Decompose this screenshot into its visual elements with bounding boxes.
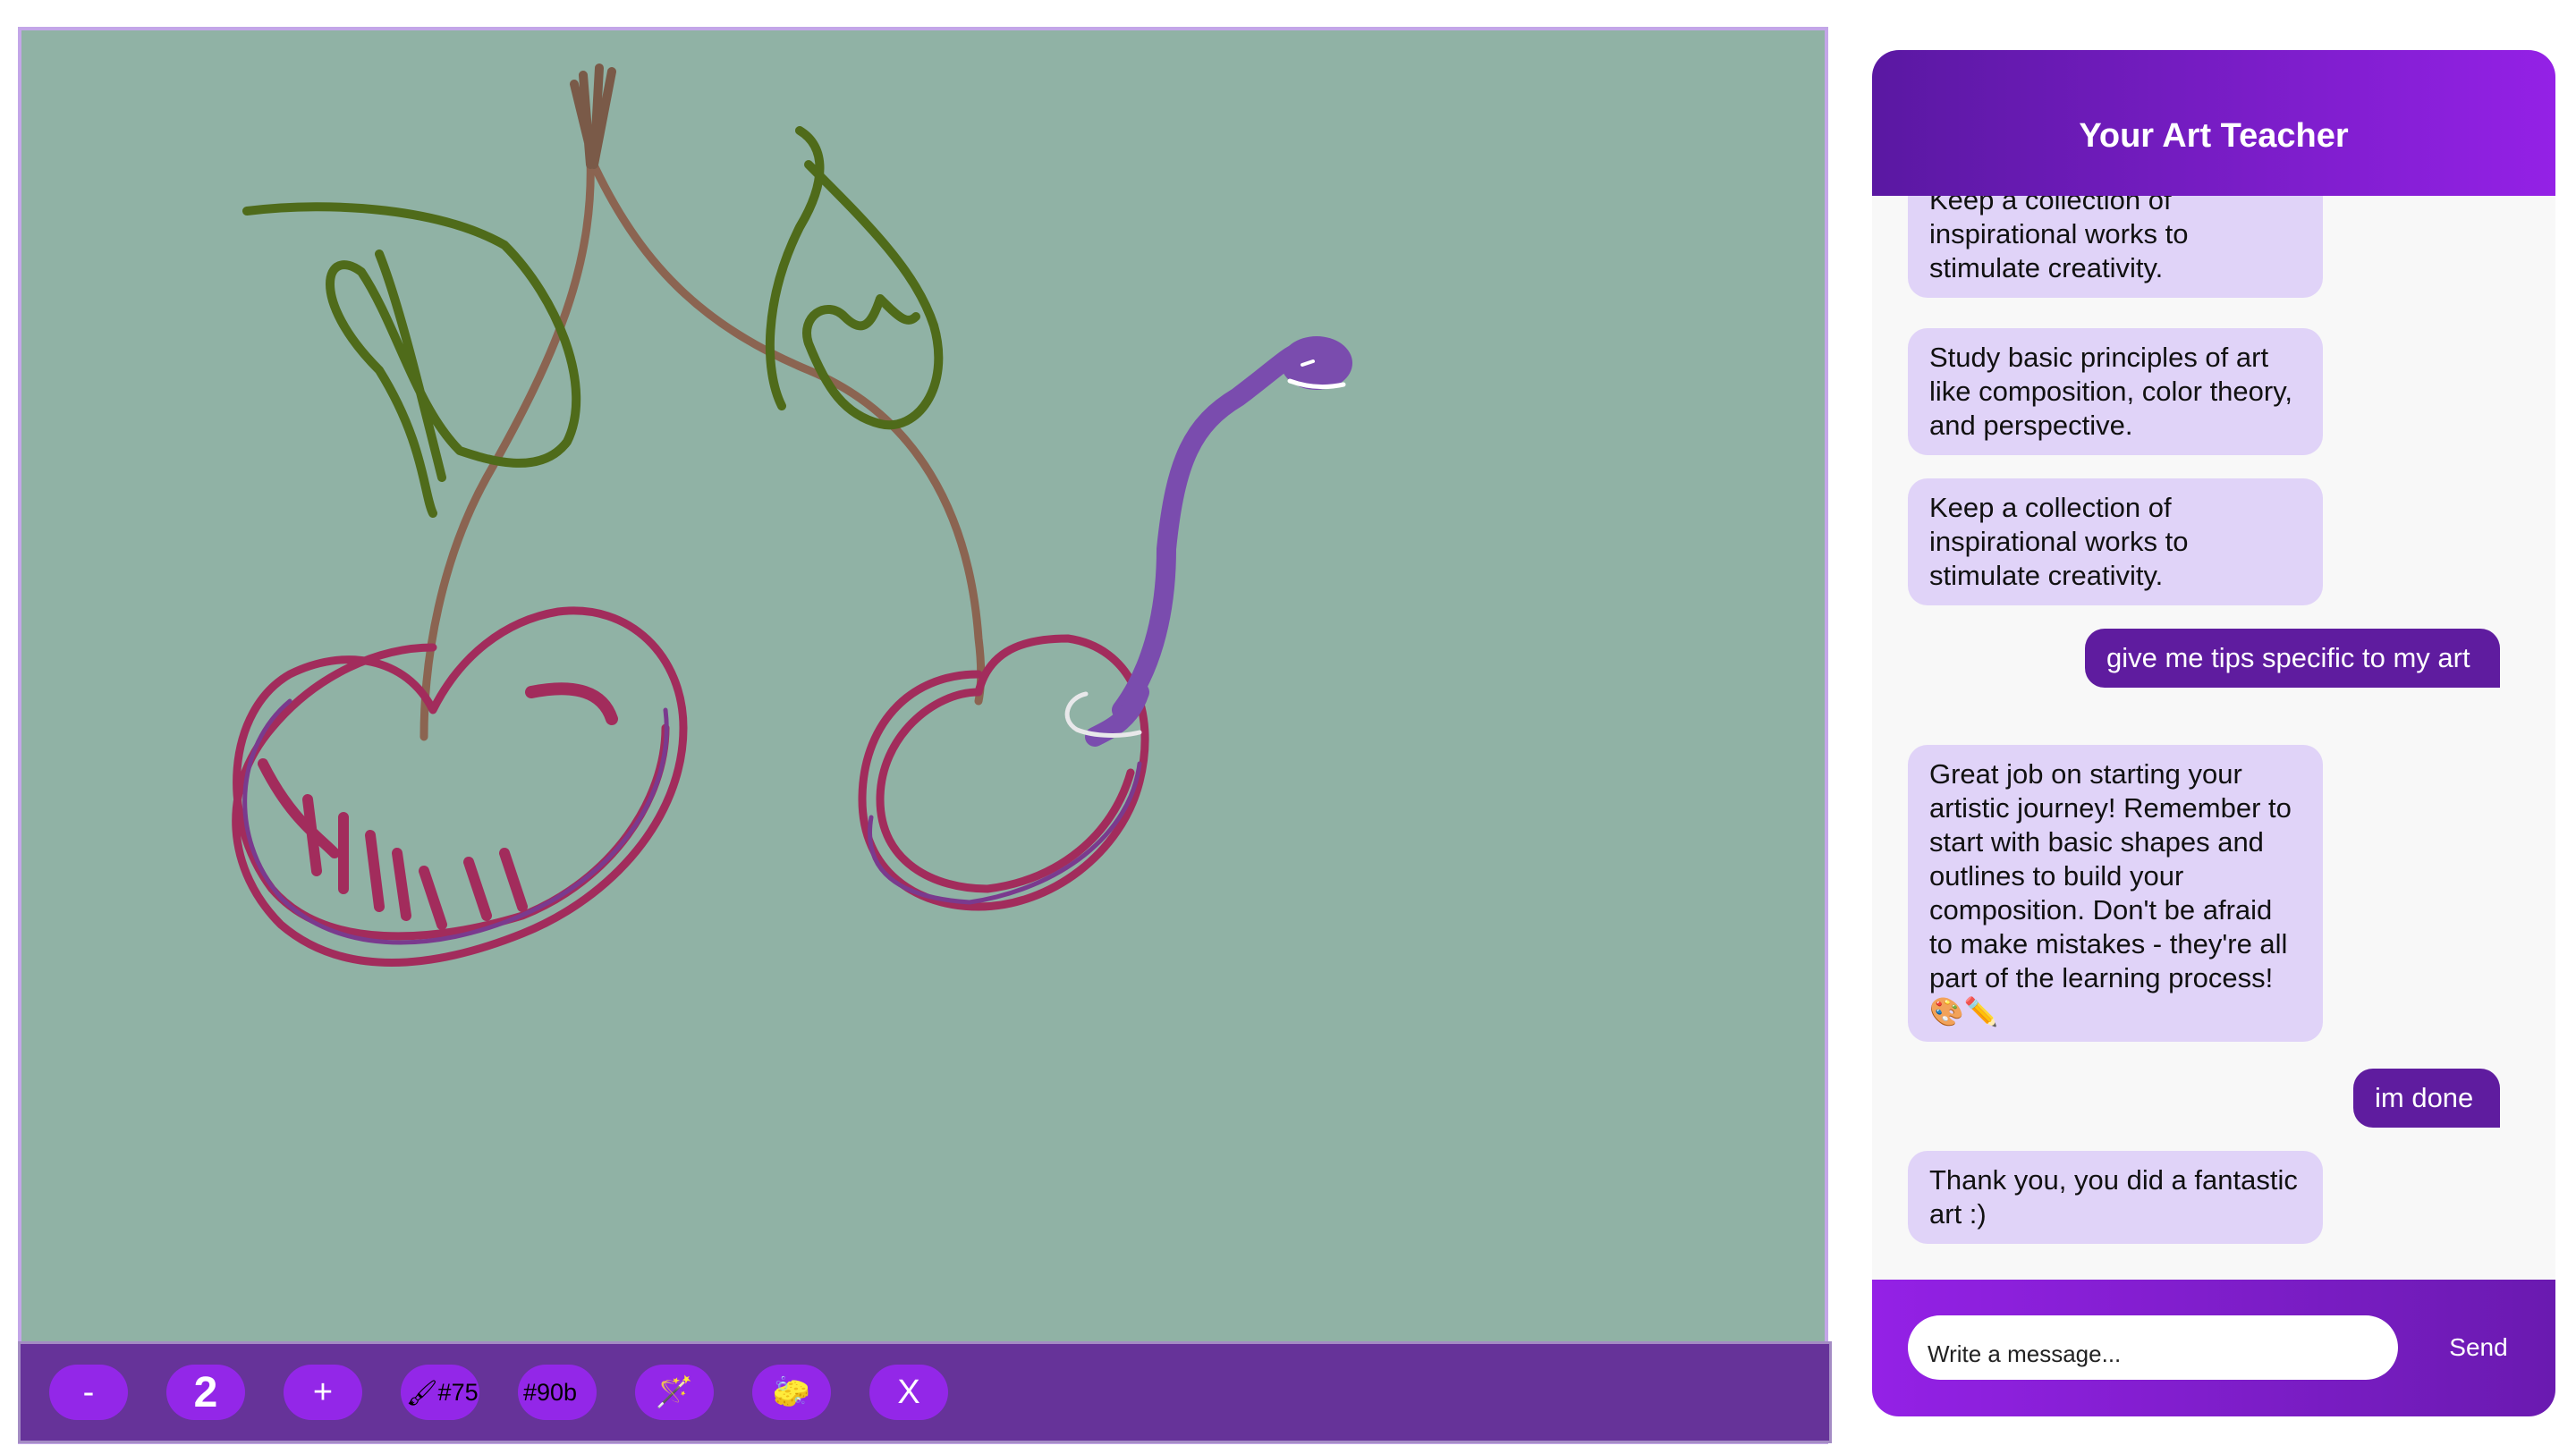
sponge-icon: 🧽 xyxy=(772,1375,811,1409)
color-1-label: #755 xyxy=(437,1378,479,1406)
color-2-button[interactable]: #90b xyxy=(518,1365,597,1420)
message-bot: Keep a collection of inspirational works… xyxy=(1908,196,2323,298)
clear-button[interactable]: X xyxy=(869,1365,948,1420)
color-1-button[interactable]: 🖌#755 xyxy=(401,1365,479,1420)
cherry-left xyxy=(232,606,688,967)
message-composer: Send xyxy=(1872,1280,2555,1416)
color-2-label: #90b xyxy=(523,1378,578,1406)
message-bot: Thank you, you did a fantastic art :) xyxy=(1908,1151,2323,1244)
sponge-button[interactable]: 🧽 xyxy=(752,1365,831,1420)
chat-title: Your Art Teacher xyxy=(2079,117,2349,155)
send-button[interactable]: Send xyxy=(2425,1324,2532,1371)
cherry-stem-right xyxy=(586,153,986,706)
increase-brush-button[interactable]: + xyxy=(284,1365,362,1420)
leaf-right xyxy=(765,126,944,430)
canvas-drawing xyxy=(232,63,1352,967)
brush-icon: 🖌 xyxy=(406,1378,438,1407)
worm-body-tail xyxy=(1085,682,1149,747)
chat-header: Your Art Teacher xyxy=(1872,50,2555,196)
message-bot: Study basic principles of art like compo… xyxy=(1908,328,2323,455)
message-user: give me tips specific to my art xyxy=(2085,629,2500,688)
message-input[interactable] xyxy=(1908,1315,2398,1380)
message-bot: Great job on starting your artistic jour… xyxy=(1908,745,2323,1042)
cherry-left-shading xyxy=(258,758,528,930)
cherry-right xyxy=(858,634,1149,911)
leaf-left xyxy=(242,202,581,518)
magic-wand-button[interactable]: 🪄 xyxy=(635,1365,714,1420)
cherry-left-highlight xyxy=(525,682,618,725)
message-user: im done xyxy=(2353,1069,2500,1128)
message-bot: Keep a collection of inspirational works… xyxy=(1908,478,2323,605)
decrease-brush-button[interactable]: - xyxy=(49,1365,128,1420)
magic-wand-icon: 🪄 xyxy=(655,1375,694,1409)
chat-panel: Your Art Teacher Keep a collection of in… xyxy=(1872,50,2555,1416)
drawing-toolbar: - 2 + 🖌#755 #90b 🪄 🧽 X xyxy=(18,1341,1832,1443)
stem-tuft xyxy=(570,63,616,169)
drawing-canvas[interactable] xyxy=(18,27,1828,1444)
brush-size-display: 2 xyxy=(166,1365,245,1420)
worm-body xyxy=(1112,342,1310,720)
message-list[interactable]: Keep a collection of inspirational works… xyxy=(1872,196,2555,1330)
